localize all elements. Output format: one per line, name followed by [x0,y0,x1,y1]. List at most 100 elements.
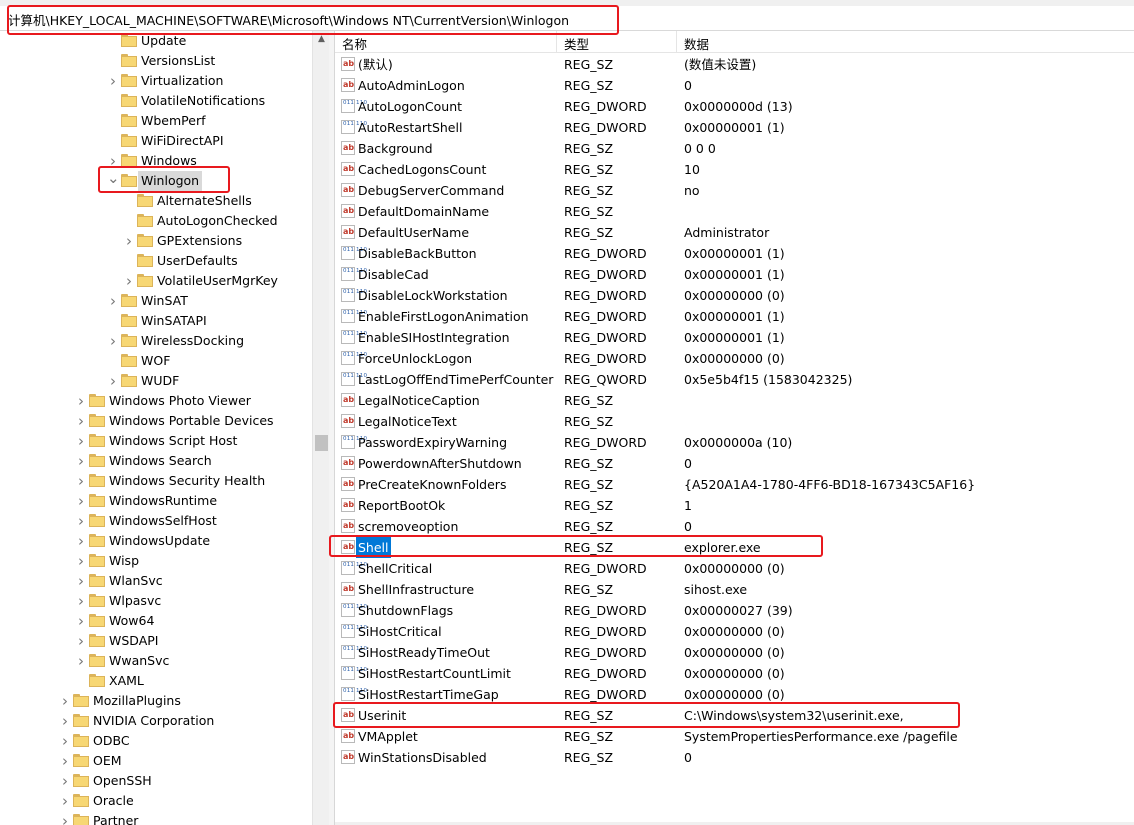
chevron-right-icon[interactable]: › [75,651,87,671]
tree-item[interactable]: › Oracle [0,791,312,811]
value-row[interactable]: 011 110 SiHostCritical REG_DWORD 0x00000000… [335,621,1134,642]
chevron-right-icon[interactable]: › [75,631,87,651]
values-list[interactable]: 名称 类型 数据 ab (默认) REG_SZ (数值未设置) ab AutoAdminL… [335,31,1134,825]
tree-item[interactable]: › WindowsSelfHost [0,511,312,531]
chevron-right-icon[interactable]: › [107,371,119,391]
value-row[interactable]: ab WinStationsDisabled REG_SZ 0 [335,747,1134,768]
tree-item[interactable]: › Windows [0,151,312,171]
value-row[interactable]: ab DefaultDomainName REG_SZ [335,201,1134,222]
tree-item[interactable]: AutoLogonChecked [0,211,312,231]
chevron-right-icon[interactable]: › [107,291,119,311]
tree-item[interactable]: › Windows Photo Viewer [0,391,312,411]
column-divider[interactable] [556,31,557,52]
tree-item[interactable]: WOF [0,351,312,371]
tree-scrollbar[interactable]: ▲ [312,31,330,825]
tree-item[interactable]: WinSATAPI [0,311,312,331]
value-row[interactable]: 011 110 SiHostReadyTimeOut REG_DWORD 0x0000… [335,642,1134,663]
chevron-right-icon[interactable]: › [75,591,87,611]
value-row[interactable]: ab VMApplet REG_SZ SystemPropertiesPerforma… [335,726,1134,747]
chevron-right-icon[interactable]: › [75,451,87,471]
chevron-right-icon[interactable]: › [75,391,87,411]
value-row[interactable]: ab ShellInfrastructure REG_SZ sihost.exe [335,579,1134,600]
value-row[interactable]: ab DefaultUserName REG_SZ Administrator [335,222,1134,243]
value-row[interactable]: 011 110 DisableCad REG_DWORD 0x00000001 (1) [335,264,1134,285]
chevron-right-icon[interactable]: › [59,751,71,771]
tree-item[interactable]: › WSDAPI [0,631,312,651]
value-row[interactable]: 011 110 AutoRestartShell REG_DWORD 0x000000… [335,117,1134,138]
chevron-right-icon[interactable]: › [59,771,71,791]
value-row[interactable]: 011 110 SiHostRestartTimeGap REG_DWORD 0x00… [335,684,1134,705]
address-bar[interactable]: 计算机\HKEY_LOCAL_MACHINE\SOFTWARE\Microsof… [0,6,1134,31]
value-row[interactable]: ab PreCreateKnownFolders REG_SZ {A520A1A4-1… [335,474,1134,495]
chevron-right-icon[interactable]: › [59,791,71,811]
scrollbar-thumb[interactable] [315,435,328,451]
tree-item[interactable]: › Windows Search [0,451,312,471]
chevron-down-icon[interactable]: ⌄ [107,171,120,191]
tree-item[interactable]: › WirelessDocking [0,331,312,351]
value-row[interactable]: 011 110 EnableFirstLogonAnimation REG_DWOR… [335,306,1134,327]
tree-item[interactable]: ⌄ Winlogon [0,171,312,191]
value-row[interactable]: ab Userinit REG_SZ C:\Windows\system32\user… [335,705,1134,726]
value-row[interactable]: ab DebugServerCommand REG_SZ no [335,180,1134,201]
value-row[interactable]: ab Shell REG_SZ explorer.exe [335,537,1134,558]
chevron-right-icon[interactable]: › [59,691,71,711]
tree-item[interactable]: › WinSAT [0,291,312,311]
value-row[interactable]: 011 110 LastLogOffEndTimePerfCounter REG_Q… [335,369,1134,390]
tree-item[interactable]: › OEM [0,751,312,771]
tree-item[interactable]: VersionsList [0,51,312,71]
address-path[interactable]: 计算机\HKEY_LOCAL_MACHINE\SOFTWARE\Microsof… [8,10,569,29]
tree-item[interactable]: WbemPerf [0,111,312,131]
value-row[interactable]: 011 110 DisableBackButton REG_DWORD 0x00000… [335,243,1134,264]
chevron-right-icon[interactable]: › [107,331,119,351]
value-row[interactable]: 011 110 EnableSIHostIntegration REG_DWORD 0… [335,327,1134,348]
chevron-right-icon[interactable]: › [123,231,135,251]
tree-item[interactable]: › Windows Script Host [0,431,312,451]
tree-item[interactable]: AlternateShells [0,191,312,211]
chevron-right-icon[interactable]: › [75,431,87,451]
chevron-right-icon[interactable]: › [75,611,87,631]
tree-item[interactable]: › NVIDIA Corporation [0,711,312,731]
tree-item[interactable]: › Partner [0,811,312,825]
value-row[interactable]: ab LegalNoticeCaption REG_SZ [335,390,1134,411]
column-header-name[interactable]: 名称 [342,34,367,53]
column-divider[interactable] [676,31,677,52]
value-row[interactable]: ab LegalNoticeText REG_SZ [335,411,1134,432]
tree-item[interactable]: › WUDF [0,371,312,391]
value-row[interactable]: ab CachedLogonsCount REG_SZ 10 [335,159,1134,180]
tree-item[interactable]: › Wow64 [0,611,312,631]
value-row[interactable]: ab (默认) REG_SZ (数值未设置) [335,54,1134,75]
value-row[interactable]: 011 110 ForceUnlockLogon REG_DWORD 0x000000… [335,348,1134,369]
column-header-type[interactable]: 类型 [564,34,589,53]
tree-item[interactable]: › GPExtensions [0,231,312,251]
value-row[interactable]: 011 110 ShellCritical REG_DWORD 0x00000000 … [335,558,1134,579]
chevron-right-icon[interactable]: › [75,551,87,571]
chevron-right-icon[interactable]: › [107,71,119,91]
value-row[interactable]: ab scremoveoption REG_SZ 0 [335,516,1134,537]
tree-item[interactable]: › Windows Portable Devices [0,411,312,431]
value-row[interactable]: 011 110 PasswordExpiryWarning REG_DWORD 0x0… [335,432,1134,453]
chevron-right-icon[interactable]: › [59,711,71,731]
value-row[interactable]: ab AutoAdminLogon REG_SZ 0 [335,75,1134,96]
chevron-right-icon[interactable]: › [75,531,87,551]
registry-tree[interactable]: Update VersionsList › Virtualization Volatil… [0,31,312,825]
chevron-right-icon[interactable]: › [75,571,87,591]
chevron-right-icon[interactable]: › [123,271,135,291]
tree-item[interactable]: Update [0,31,312,51]
tree-item[interactable]: › WindowsRuntime [0,491,312,511]
chevron-right-icon[interactable]: › [59,811,71,825]
tree-item[interactable]: UserDefaults [0,251,312,271]
tree-item[interactable]: › Windows Security Health [0,471,312,491]
tree-item[interactable]: WiFiDirectAPI [0,131,312,151]
tree-item[interactable]: › Virtualization [0,71,312,91]
chevron-right-icon[interactable]: › [75,471,87,491]
chevron-right-icon[interactable]: › [107,151,119,171]
tree-item[interactable]: › WindowsUpdate [0,531,312,551]
chevron-right-icon[interactable]: › [75,491,87,511]
tree-item[interactable]: › Wisp [0,551,312,571]
chevron-right-icon[interactable]: › [75,411,87,431]
tree-item[interactable]: › WlanSvc [0,571,312,591]
value-row[interactable]: 011 110 AutoLogonCount REG_DWORD 0x0000000d… [335,96,1134,117]
tree-item[interactable]: › ODBC [0,731,312,751]
tree-item[interactable]: › OpenSSH [0,771,312,791]
tree-item[interactable]: VolatileNotifications [0,91,312,111]
